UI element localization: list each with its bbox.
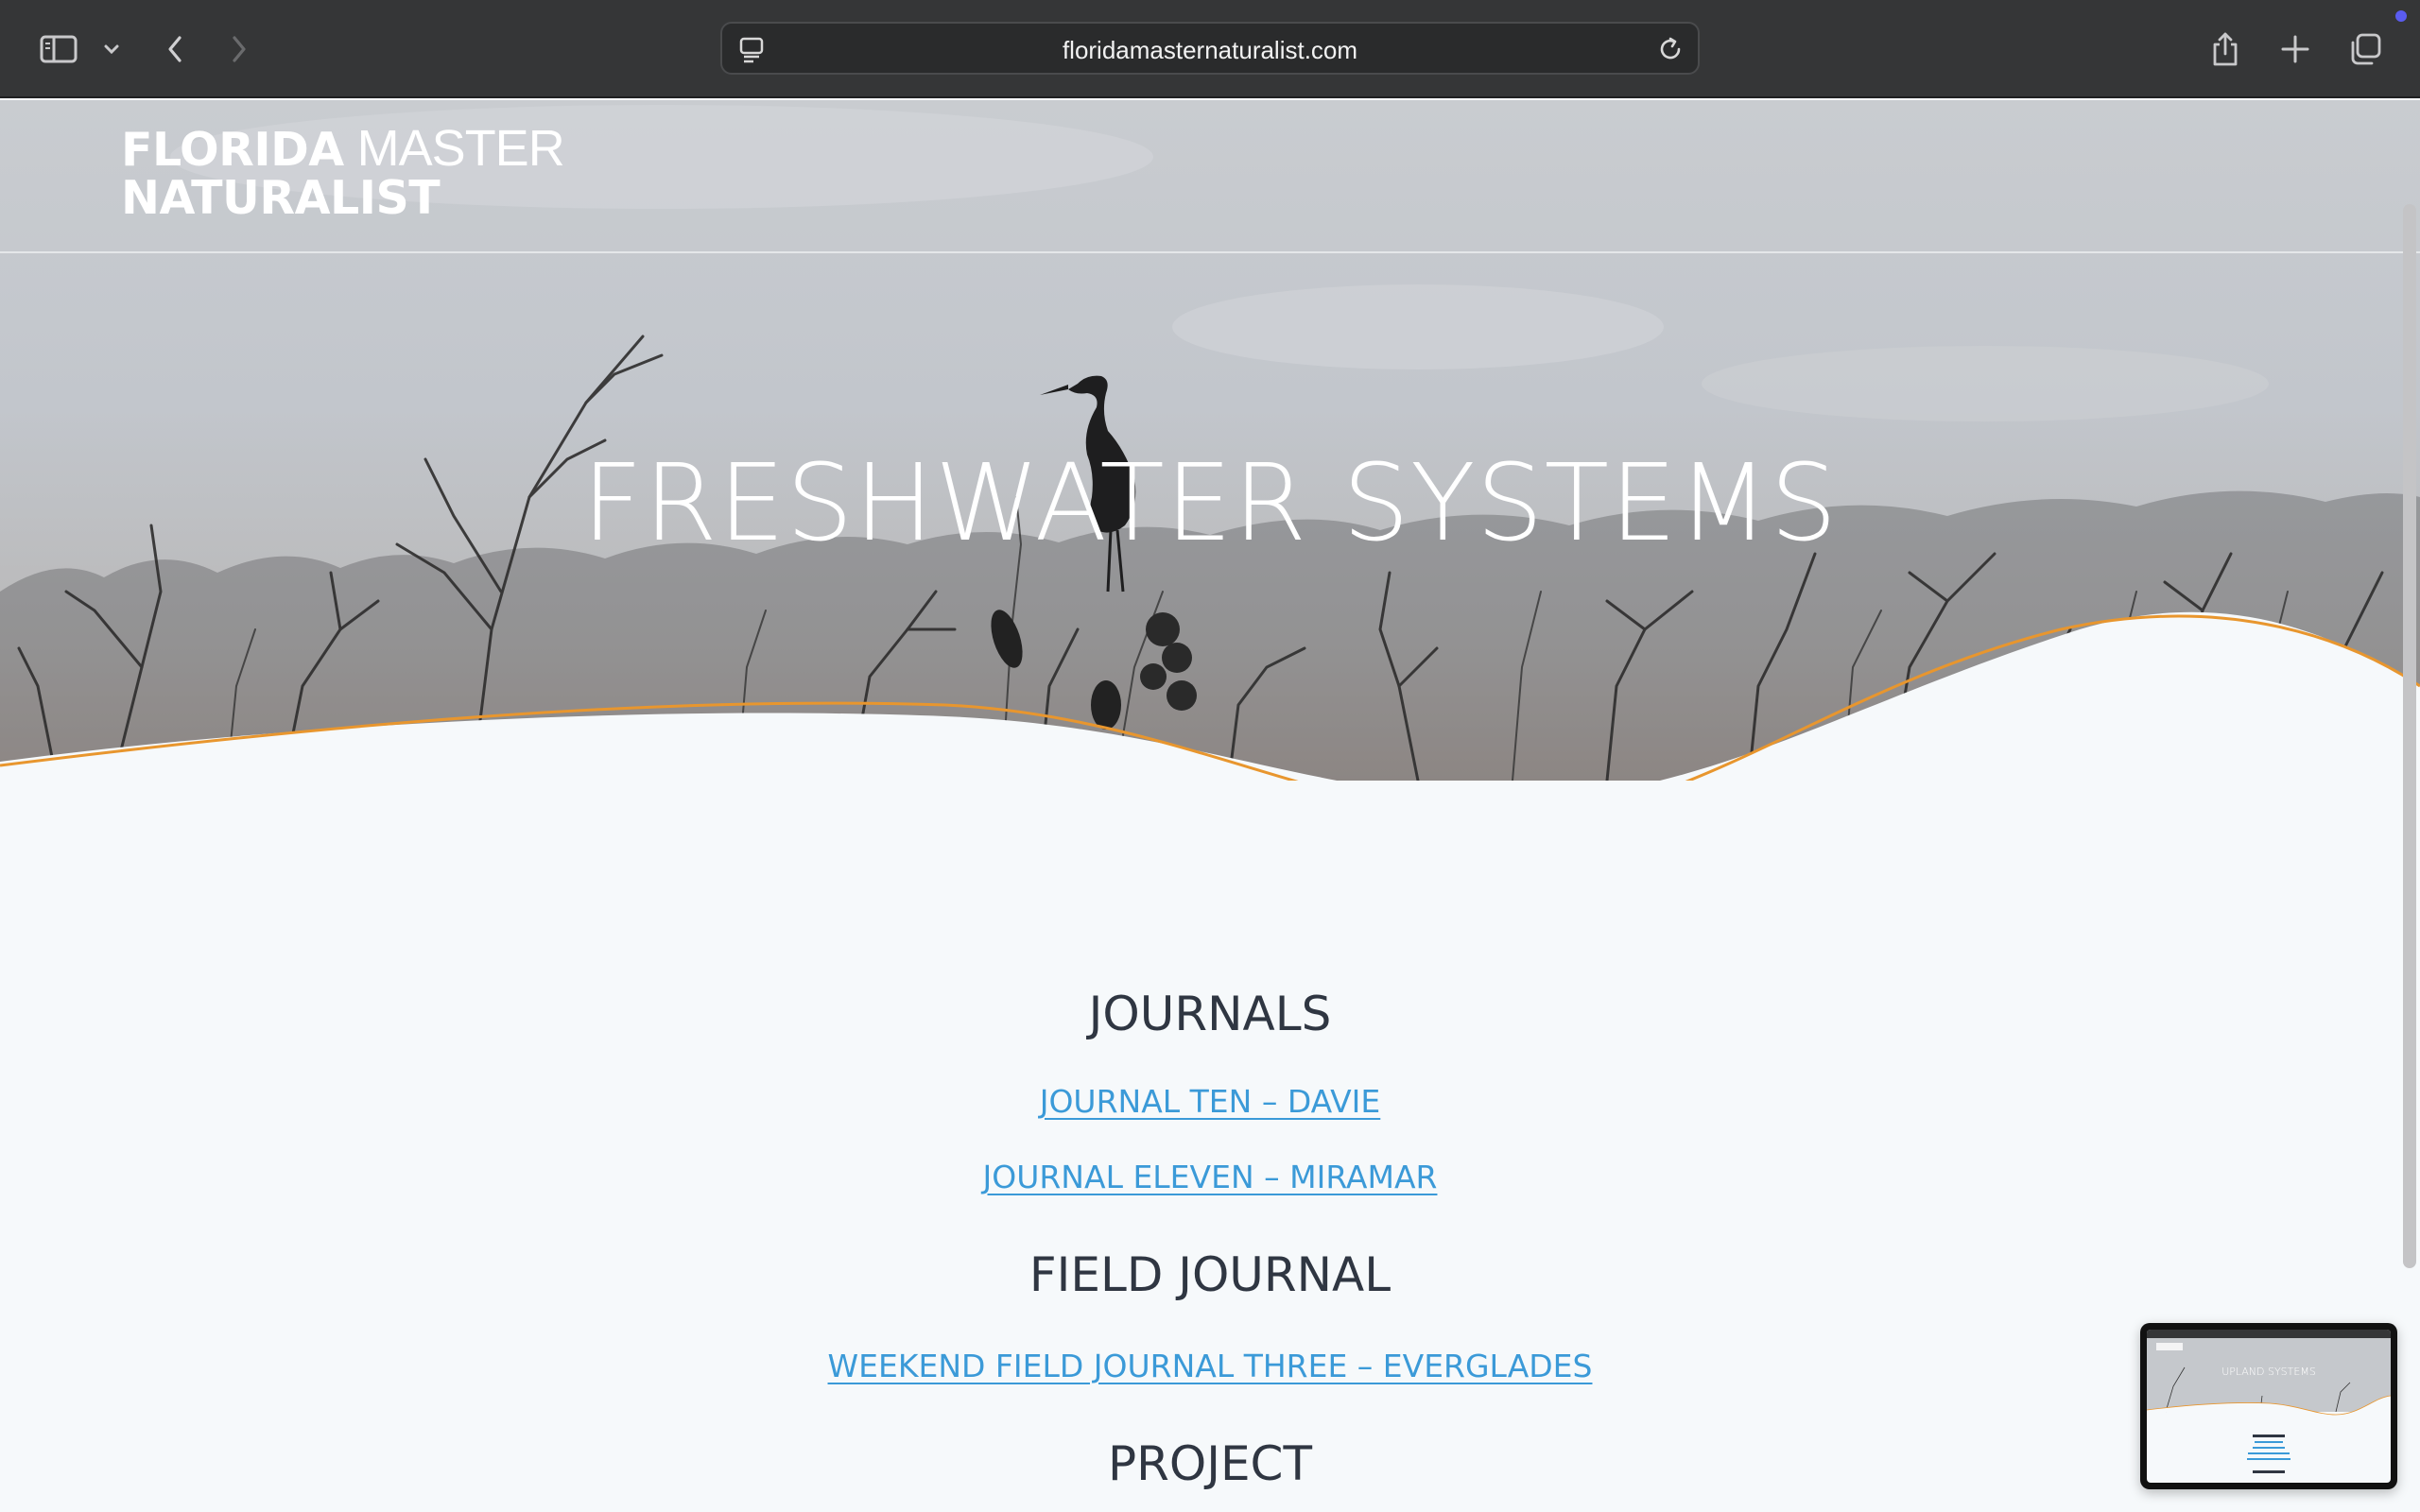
section-heading-field-journal: FIELD JOURNAL	[1028, 1247, 1392, 1302]
chevron-right-icon[interactable]	[223, 25, 255, 74]
link-journal-eleven[interactable]: JOURNAL ELEVEN – MIRAMAR	[0, 1159, 2420, 1195]
plus-icon[interactable]	[2276, 25, 2314, 74]
chevron-left-icon[interactable]	[159, 25, 191, 74]
share-icon[interactable]	[2206, 25, 2244, 74]
journal-ten-link[interactable]: JOURNAL TEN – DAVIE	[1040, 1083, 1381, 1120]
section-heading-project: PROJECT	[1107, 1436, 1313, 1491]
web-page: FLORIDA MASTER NATURALIST FRESHWATER SYS…	[0, 100, 2420, 1512]
link-journal-ten[interactable]: JOURNAL TEN – DAVIE	[0, 1083, 2420, 1120]
section-heading-journals: JOURNALS	[1088, 987, 1332, 1041]
thumbnail-title: UPLAND SYSTEMS	[2221, 1366, 2316, 1378]
weekend-field-journal-three-link[interactable]: WEEKEND FIELD JOURNAL THREE – EVERGLADES	[828, 1348, 1593, 1384]
logo-word-florida: FLORIDA	[121, 123, 344, 177]
notification-dot	[2395, 10, 2407, 22]
sidebar-icon[interactable]	[36, 25, 81, 74]
logo-word-naturalist: NATURALIST	[121, 171, 441, 225]
reload-icon[interactable]	[1656, 35, 1685, 68]
browser-toolbar: floridamasternaturalist.com	[0, 0, 2420, 98]
tab-preview-thumbnail[interactable]: UPLAND SYSTEMS	[2140, 1323, 2397, 1489]
site-logo[interactable]: FLORIDA MASTER NATURALIST	[121, 123, 565, 225]
chevron-down-icon[interactable]	[98, 25, 125, 74]
site-header: FLORIDA MASTER NATURALIST	[0, 100, 2420, 253]
logo-word-master: MASTER	[343, 120, 565, 177]
page-scrollbar[interactable]	[2403, 204, 2416, 1268]
url-text[interactable]: floridamasternaturalist.com	[722, 24, 1698, 77]
link-weekend-field-journal-three[interactable]: WEEKEND FIELD JOURNAL THREE – EVERGLADES	[0, 1348, 2420, 1384]
address-bar[interactable]: floridamasternaturalist.com	[720, 22, 1700, 75]
hero-banner: FLORIDA MASTER NATURALIST FRESHWATER SYS…	[0, 100, 2420, 781]
page-title: FRESHWATER SYSTEMS	[581, 442, 1839, 565]
thumbnail-page: UPLAND SYSTEMS	[2147, 1330, 2391, 1483]
journal-eleven-link[interactable]: JOURNAL ELEVEN – MIRAMAR	[983, 1159, 1438, 1195]
tabs-icon[interactable]	[2346, 25, 2384, 74]
